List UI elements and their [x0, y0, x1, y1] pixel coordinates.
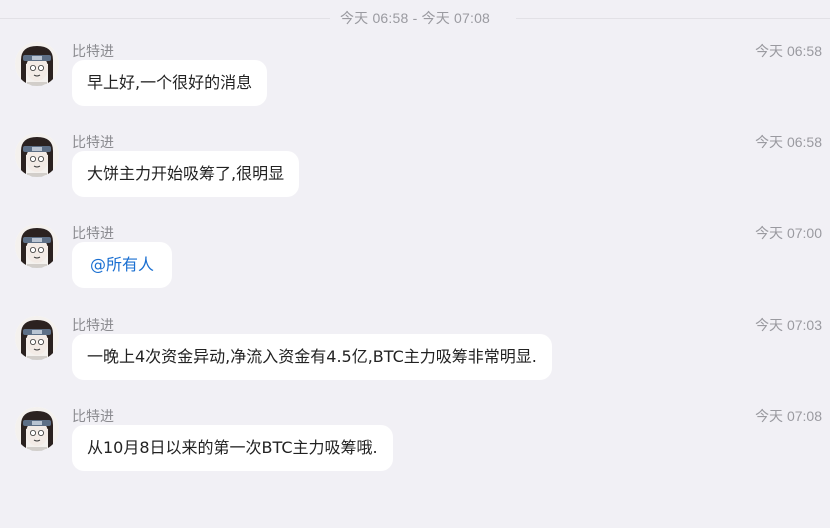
message-time: 今天 06:58: [755, 134, 822, 150]
avatar[interactable]: [15, 133, 59, 177]
divider-time-range: 今天 06:58 - 今天 07:08: [339, 10, 491, 26]
avatar-image: [15, 407, 59, 451]
avatar[interactable]: [15, 224, 59, 268]
message-time: 今天 07:00: [755, 225, 822, 241]
chat-message: 比特进 今天 06:58 早上好,一个很好的消息: [0, 42, 830, 132]
mention-all-link[interactable]: @所有人: [72, 242, 173, 288]
sender-name[interactable]: 比特进: [72, 406, 114, 426]
message-bubble[interactable]: 早上好,一个很好的消息: [72, 60, 268, 106]
message-time: 今天 07:03: [755, 317, 822, 333]
message-bubble[interactable]: 一晚上4次资金异动,净流入资金有4.5亿,BTC主力吸筹非常明显.: [72, 334, 552, 380]
chat-message: 比特进 今天 07:08 从10月8日以来的第一次BTC主力吸筹哦.: [0, 407, 830, 497]
time-divider: 今天 06:58 - 今天 07:08: [0, 9, 830, 27]
chat-message: 比特进 今天 07:00 @所有人: [0, 224, 830, 314]
divider-line-right: [516, 18, 830, 19]
message-time: 今天 07:08: [755, 408, 822, 424]
sender-name[interactable]: 比特进: [72, 315, 114, 335]
sender-name[interactable]: 比特进: [72, 223, 114, 243]
message-bubble[interactable]: 从10月8日以来的第一次BTC主力吸筹哦.: [72, 425, 393, 471]
divider-line-left: [0, 18, 330, 19]
chat-message: 比特进 今天 06:58 大饼主力开始吸筹了,很明显: [0, 133, 830, 223]
sender-name[interactable]: 比特进: [72, 41, 114, 61]
chat-message: 比特进 今天 07:03 一晚上4次资金异动,净流入资金有4.5亿,BTC主力吸…: [0, 316, 830, 406]
avatar-image: [15, 133, 59, 177]
avatar[interactable]: [15, 42, 59, 86]
avatar-image: [15, 42, 59, 86]
message-bubble[interactable]: 大饼主力开始吸筹了,很明显: [72, 151, 300, 197]
avatar-image: [15, 316, 59, 360]
sender-name[interactable]: 比特进: [72, 132, 114, 152]
avatar[interactable]: [15, 407, 59, 451]
avatar[interactable]: [15, 316, 59, 360]
avatar-image: [15, 224, 59, 268]
message-time: 今天 06:58: [755, 43, 822, 59]
